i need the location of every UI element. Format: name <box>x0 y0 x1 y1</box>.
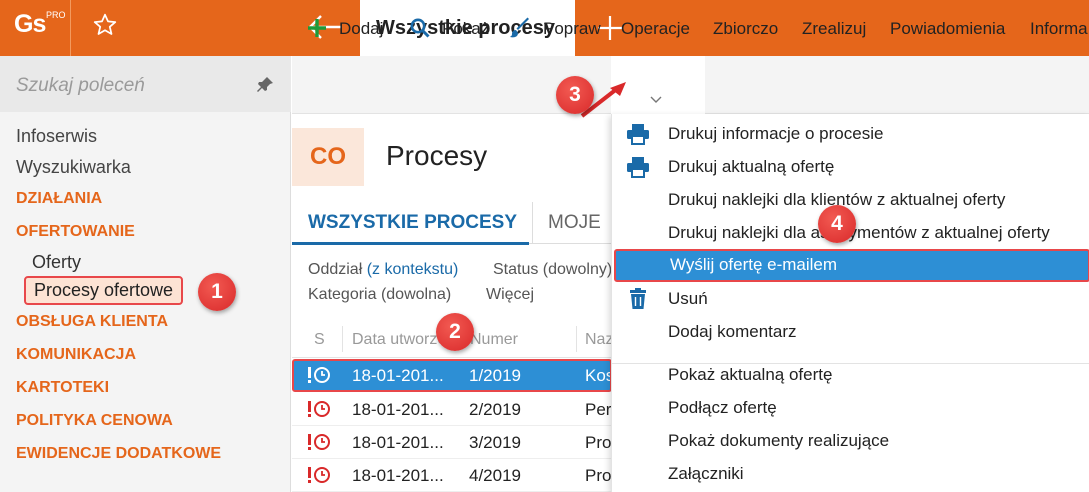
cell-name: Per <box>585 400 612 419</box>
menu-item-label: Drukuj naklejki dla asortymentów z aktua… <box>668 223 1050 242</box>
menu-item-label: Pokaż aktualną ofertę <box>668 365 833 384</box>
add-button[interactable]: Dodaj <box>339 19 383 39</box>
tab-mine[interactable]: MOJE <box>548 212 601 234</box>
menu-item-print-process-info[interactable]: Drukuj informacje o procesie <box>612 118 1089 151</box>
column-header-status[interactable]: S <box>314 331 325 349</box>
sidebar-section-dzialania[interactable]: DZIAŁANIA <box>16 190 102 208</box>
alert-clock-icon <box>308 401 330 417</box>
menu-item-label: Pokaż dokumenty realizujące <box>668 431 890 450</box>
menu-item-label: Usuń <box>668 289 708 308</box>
cell-number: 1/2019 <box>469 366 521 385</box>
sidebar-section-komunikacja[interactable]: KOMUNIKACJA <box>16 346 136 364</box>
search-icon[interactable] <box>409 17 431 39</box>
cell-number: 2/2019 <box>469 400 521 419</box>
chevron-down-icon <box>650 96 662 103</box>
table-row[interactable]: 18-01-201... 3/2019 Pro <box>292 426 612 459</box>
realize-button[interactable]: Zrealizuj <box>802 19 866 39</box>
table-row[interactable]: 18-01-201... 2/2019 Per <box>292 393 612 426</box>
column-separator <box>576 326 577 352</box>
information-button[interactable]: Informa <box>1030 19 1088 39</box>
cell-name: Kos <box>585 366 610 385</box>
show-button[interactable]: Pokaż <box>442 19 489 39</box>
cell-name: Pro <box>585 466 612 485</box>
step-callout-2: 2 <box>436 313 474 351</box>
alert-clock-icon <box>308 467 330 483</box>
add-plus-icon[interactable] <box>306 17 328 39</box>
summary-button[interactable]: Zbiorczo <box>713 19 778 39</box>
sidebar-section-polityka-cenowa[interactable]: POLITYKA CENOWA <box>16 412 173 430</box>
step-callout-1: 1 <box>198 273 236 311</box>
filter-status[interactable]: Status (dowolny) <box>493 261 612 279</box>
printer-icon <box>627 157 649 178</box>
logo-divider <box>70 0 71 56</box>
tab-divider <box>532 202 533 244</box>
menu-item-show-realizing-documents[interactable]: Pokaż dokumenty realizujące <box>612 425 1089 458</box>
sidebar-item-oferty[interactable]: Oferty <box>32 252 81 273</box>
cell-date: 18-01-201... <box>352 466 444 485</box>
cell-number: 4/2019 <box>469 466 521 485</box>
favorites-star-icon[interactable] <box>92 12 118 44</box>
step-callout-3: 3 <box>556 76 594 114</box>
command-search-box <box>0 56 291 112</box>
logo-text: Gs <box>14 10 46 38</box>
module-badge: CO <box>292 128 364 186</box>
menu-item-label: Dodaj komentarz <box>668 322 797 341</box>
cell-number: 3/2019 <box>469 433 521 452</box>
trash-icon <box>630 288 646 309</box>
table-row[interactable]: 18-01-201... 1/2019 Kos <box>292 359 612 392</box>
filter-branch-value[interactable]: (z kontekstu) <box>367 261 459 278</box>
notifications-button[interactable]: Powiadomienia <box>890 19 1005 39</box>
operations-button[interactable]: Operacje <box>621 19 690 39</box>
sidebar-section-ewidencje-dodatkowe[interactable]: EWIDENCJE DODATKOWE <box>16 445 221 463</box>
cell-date: 18-01-201... <box>352 366 444 385</box>
printer-icon <box>627 124 649 145</box>
cell-name: Pro <box>585 433 612 452</box>
cell-date: 18-01-201... <box>352 400 444 419</box>
app-logo[interactable]: Gs PRO <box>14 10 66 39</box>
sidebar-section-kartoteki[interactable]: KARTOTEKI <box>16 379 109 397</box>
step-callout-4: 4 <box>818 205 856 243</box>
operations-dropdown-menu: Drukuj informacje o procesie Drukuj aktu… <box>611 114 1089 492</box>
menu-item-delete[interactable]: Usuń <box>612 283 1089 316</box>
column-header-number[interactable]: Numer <box>470 331 518 349</box>
menu-item-attachments[interactable]: Załączniki <box>612 458 1089 491</box>
sidebar-section-obsluga-klienta[interactable]: OBSŁUGA KLIENTA <box>16 313 168 331</box>
menu-item-send-offer-email[interactable]: Wyślij ofertę e-mailem <box>614 249 1089 282</box>
menu-item-print-current-offer[interactable]: Drukuj aktualną ofertę <box>612 151 1089 184</box>
filter-more[interactable]: Więcej <box>486 286 534 304</box>
column-separator <box>342 326 343 352</box>
page-title: Procesy <box>386 140 488 171</box>
brush-edit-icon[interactable] <box>509 17 531 39</box>
logo-suffix: PRO <box>46 10 66 20</box>
alert-clock-icon <box>308 434 330 450</box>
sidebar-item-wyszukiwarka[interactable]: Wyszukiwarka <box>16 157 131 178</box>
menu-item-label: Drukuj aktualną ofertę <box>668 157 835 176</box>
menu-item-label: Podłącz ofertę <box>668 398 777 417</box>
menu-item-label: Załączniki <box>668 464 744 483</box>
cell-date: 18-01-201... <box>352 433 444 452</box>
command-search-input[interactable] <box>16 72 246 100</box>
sidebar-item-infoserwis[interactable]: Infoserwis <box>16 126 97 147</box>
menu-item-label: Wyślij ofertę e-mailem <box>670 255 838 274</box>
tab-all-processes-view[interactable]: WSZYSTKIE PROCESY <box>291 212 530 245</box>
filter-branch[interactable]: Oddział (z kontekstu) <box>308 261 458 279</box>
filter-branch-label: Oddział <box>308 261 363 278</box>
app-window: GsPRO Wszystkie procesy Infoserwis Wyszu… <box>0 0 1089 492</box>
menu-item-label: Drukuj informacje o procesie <box>668 124 884 143</box>
column-header-name[interactable]: Nazwa <box>585 331 612 349</box>
table-row[interactable]: 18-01-201... 4/2019 Pro <box>292 459 612 492</box>
edit-button[interactable]: Popraw <box>543 19 601 39</box>
sidebar-item-procesy-ofertowe[interactable]: Procesy ofertowe <box>24 276 184 305</box>
alert-clock-icon <box>308 367 330 383</box>
pin-icon[interactable] <box>256 76 274 94</box>
menu-item-attach-offer[interactable]: Podłącz ofertę <box>612 392 1089 425</box>
menu-item-add-comment[interactable]: Dodaj komentarz <box>612 316 1089 349</box>
sidebar-section-ofertowanie[interactable]: OFERTOWANIE <box>16 223 135 241</box>
filter-category[interactable]: Kategoria (dowolna) <box>308 286 451 304</box>
menu-item-show-current-offer[interactable]: Pokaż aktualną ofertę <box>612 359 1089 392</box>
view-tabs: WSZYSTKIE PROCESY MOJE <box>291 202 612 245</box>
